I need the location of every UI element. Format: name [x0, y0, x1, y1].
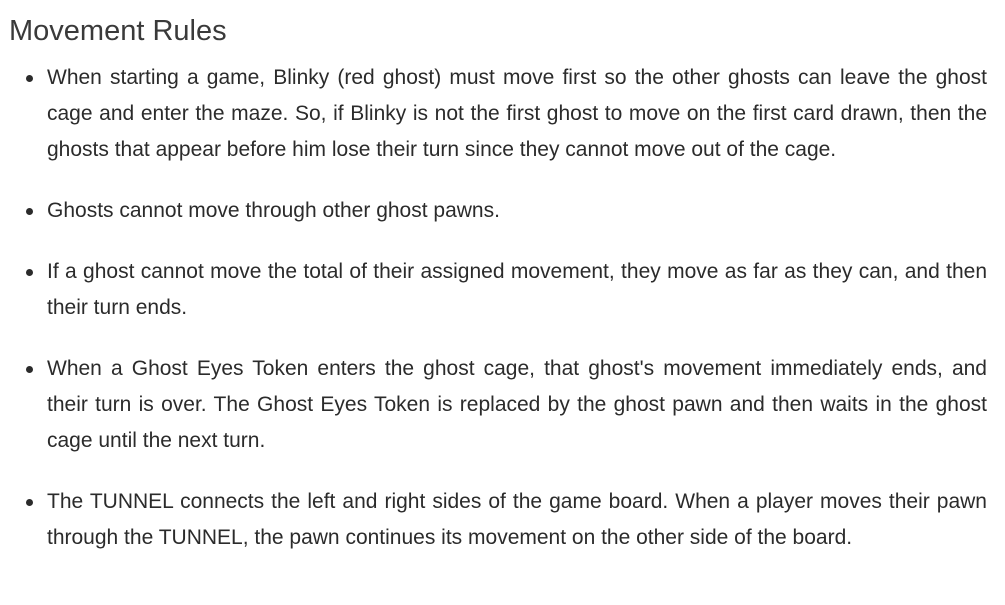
- bullet-icon: [26, 208, 33, 215]
- movement-rules-list: When starting a game, Blinky (red ghost)…: [26, 60, 987, 556]
- list-item: If a ghost cannot move the total of thei…: [26, 254, 987, 326]
- page-title: Movement Rules: [9, 15, 227, 47]
- rule-text: If a ghost cannot move the total of thei…: [47, 260, 987, 319]
- list-item: When a Ghost Eyes Token enters the ghost…: [26, 351, 987, 459]
- bullet-icon: [26, 499, 33, 506]
- rule-text: When a Ghost Eyes Token enters the ghost…: [47, 357, 987, 452]
- rule-text: When starting a game, Blinky (red ghost)…: [47, 66, 987, 161]
- bullet-icon: [26, 75, 33, 82]
- bullet-icon: [26, 269, 33, 276]
- rule-text: The TUNNEL connects the left and right s…: [47, 490, 987, 549]
- list-item: Ghosts cannot move through other ghost p…: [26, 193, 987, 229]
- rule-text: Ghosts cannot move through other ghost p…: [47, 199, 500, 222]
- bullet-icon: [26, 366, 33, 373]
- list-item: The TUNNEL connects the left and right s…: [26, 484, 987, 556]
- list-item: When starting a game, Blinky (red ghost)…: [26, 60, 987, 168]
